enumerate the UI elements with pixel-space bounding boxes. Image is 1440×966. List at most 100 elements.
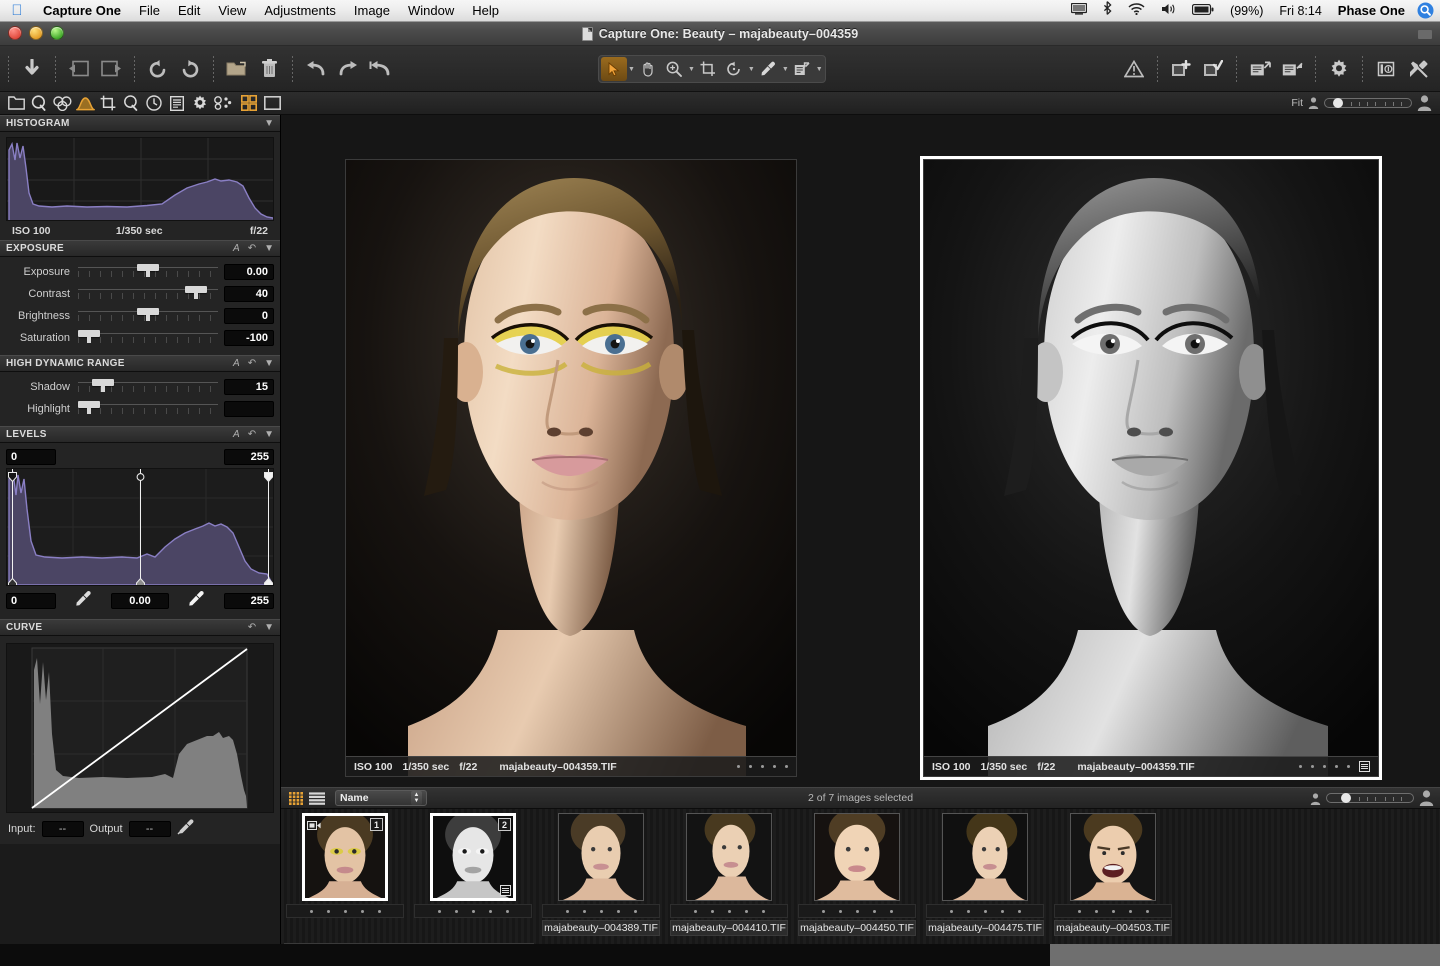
chevron-down-icon[interactable]: ▼	[782, 66, 789, 73]
zoom-tool[interactable]	[661, 57, 687, 81]
color-picker-tool[interactable]	[755, 57, 781, 81]
shadow-slider[interactable]	[78, 377, 218, 397]
list-view-icon[interactable]	[1359, 761, 1370, 772]
adjustments-copy-tool[interactable]	[789, 57, 815, 81]
thumbnail-4-image[interactable]	[686, 808, 772, 901]
levels-input-gamma[interactable]: 0.00	[111, 593, 169, 609]
zoom-slider-knob[interactable]	[1333, 98, 1343, 108]
redo-button[interactable]	[332, 54, 364, 84]
levels-input-black[interactable]: 0	[6, 593, 56, 609]
bluetooth-icon[interactable]	[1096, 0, 1119, 22]
levels-black-cap-top[interactable]	[8, 469, 17, 483]
reset-arrow-icon[interactable]: ↶	[248, 243, 256, 254]
contrast-slider-knob[interactable]	[184, 286, 207, 299]
viewmode-grid[interactable]	[239, 94, 259, 112]
hdr-panel-header[interactable]: HIGH DYNAMIC RANGE A ↶ ▼	[0, 355, 280, 372]
curve-eyedropper-icon[interactable]	[177, 819, 195, 838]
tab-library[interactable]	[6, 93, 27, 114]
browser-zoom-knob[interactable]	[1341, 793, 1351, 803]
levels-input-white[interactable]: 255	[224, 593, 274, 609]
thumbnail-7-image[interactable]	[1070, 808, 1156, 901]
tab-color[interactable]	[52, 93, 73, 114]
menu-view[interactable]: View	[209, 0, 255, 22]
list-browser-icon[interactable]	[308, 790, 326, 806]
zoom-fit-label[interactable]: Fit	[1291, 97, 1303, 109]
reset-arrow-icon[interactable]: ↶	[248, 358, 256, 369]
tab-quick[interactable]	[29, 93, 50, 114]
tab-batch[interactable]	[212, 93, 233, 114]
select-tool[interactable]	[601, 57, 627, 81]
rotate-tool[interactable]	[721, 57, 747, 81]
delete-button[interactable]	[253, 54, 285, 84]
levels-white-cap-bottom[interactable]	[264, 575, 273, 585]
thumbnail-2-rating[interactable]	[414, 904, 532, 918]
levels-gamma-handle[interactable]	[140, 469, 141, 585]
highlight-value[interactable]	[224, 401, 274, 417]
thumbnail-1[interactable]: 1	[281, 810, 409, 941]
add-to-capture-button[interactable]	[1165, 54, 1197, 84]
thumbnail-2-image[interactable]: 2	[430, 810, 516, 901]
volume-icon[interactable]	[1154, 0, 1183, 22]
levels-graph[interactable]	[6, 468, 274, 586]
brightness-slider[interactable]	[78, 306, 218, 326]
levels-panel-header[interactable]: LEVELS A ↶ ▼	[0, 426, 280, 443]
grid-browser-icon[interactable]	[287, 790, 305, 806]
chevron-down-icon[interactable]: ▼	[264, 243, 274, 254]
hdr-auto-button[interactable]: A	[233, 358, 240, 369]
thumbnail-3-image[interactable]	[558, 808, 644, 901]
chevron-down-icon[interactable]: ▼	[688, 66, 695, 73]
thumbnail-1-image[interactable]: 1	[302, 810, 388, 901]
thumbnail-7-rating[interactable]	[1054, 904, 1172, 918]
spotlight-icon[interactable]	[1414, 2, 1436, 19]
reset-arrow-icon[interactable]: ↶	[248, 429, 256, 440]
browser-zoom-slider[interactable]	[1326, 793, 1414, 803]
image-browser[interactable]: 1 2 majabeauty–004389.TIF majabeauty–004…	[281, 808, 1440, 959]
thumbnail-6[interactable]: majabeauty–004475.TIF	[921, 810, 1049, 941]
minimize-button[interactable]	[29, 26, 43, 40]
thumbnail-7[interactable]: majabeauty–004503.TIF	[1049, 808, 1177, 941]
menu-user[interactable]: Phase One	[1331, 0, 1412, 22]
tools-button[interactable]	[1402, 54, 1434, 84]
close-button[interactable]	[8, 26, 22, 40]
wifi-icon[interactable]	[1121, 0, 1152, 22]
shadow-slider-knob[interactable]	[92, 379, 115, 392]
battery-icon[interactable]	[1185, 0, 1221, 22]
batch-button[interactable]	[1276, 54, 1308, 84]
stepper-updown-icon[interactable]: ▲ ▼	[411, 791, 422, 805]
thumbnail-5-rating[interactable]	[798, 904, 916, 918]
zoom-slider[interactable]	[1324, 98, 1412, 108]
viewer-image-secondary[interactable]: ISO 100 1/350 sec f/22 majabeauty–004359…	[920, 156, 1382, 780]
levels-gamma-cap-top[interactable]	[136, 469, 145, 481]
exposure-auto-button[interactable]: A	[233, 243, 240, 254]
contrast-slider[interactable]	[78, 284, 218, 304]
thumbnail-2[interactable]: 2	[409, 810, 537, 941]
new-album-button[interactable]	[221, 54, 253, 84]
warnings-button[interactable]	[1118, 54, 1150, 84]
viewer-image-primary[interactable]: ISO 100 1/350 sec f/22 majabeauty–004359…	[345, 159, 797, 777]
highlight-slider[interactable]	[78, 399, 218, 419]
chevron-down-icon[interactable]: ▼	[628, 66, 635, 73]
tab-exposure[interactable]	[75, 93, 96, 114]
check-capture-button[interactable]	[1197, 54, 1229, 84]
thumbnail-4-rating[interactable]	[670, 904, 788, 918]
eyedropper-white-icon[interactable]	[188, 590, 205, 612]
menu-image[interactable]: Image	[345, 0, 399, 22]
highlight-slider-knob[interactable]	[78, 401, 100, 414]
zoom-window-button[interactable]	[50, 26, 64, 40]
thumbnail-5[interactable]: majabeauty–004450.TIF	[793, 808, 921, 941]
thumbnail-6-rating[interactable]	[926, 904, 1044, 918]
list-view-icon[interactable]	[500, 885, 511, 896]
exif-button[interactable]	[1370, 54, 1402, 84]
chevron-down-icon[interactable]: ▼	[264, 118, 274, 129]
tab-details[interactable]	[121, 93, 142, 114]
thumbnail-4[interactable]: majabeauty–004410.TIF	[665, 808, 793, 941]
tab-composition[interactable]	[98, 93, 119, 114]
menu-app-name[interactable]: Capture One	[34, 0, 130, 22]
menu-edit[interactable]: Edit	[169, 0, 209, 22]
menu-clock[interactable]: Fri 8:14	[1272, 0, 1328, 22]
apple-icon[interactable]: 	[0, 3, 34, 18]
import-button[interactable]	[16, 54, 48, 84]
saturation-value[interactable]: -100	[224, 330, 274, 346]
levels-target-low[interactable]: 0	[6, 449, 56, 465]
menu-help[interactable]: Help	[463, 0, 508, 22]
